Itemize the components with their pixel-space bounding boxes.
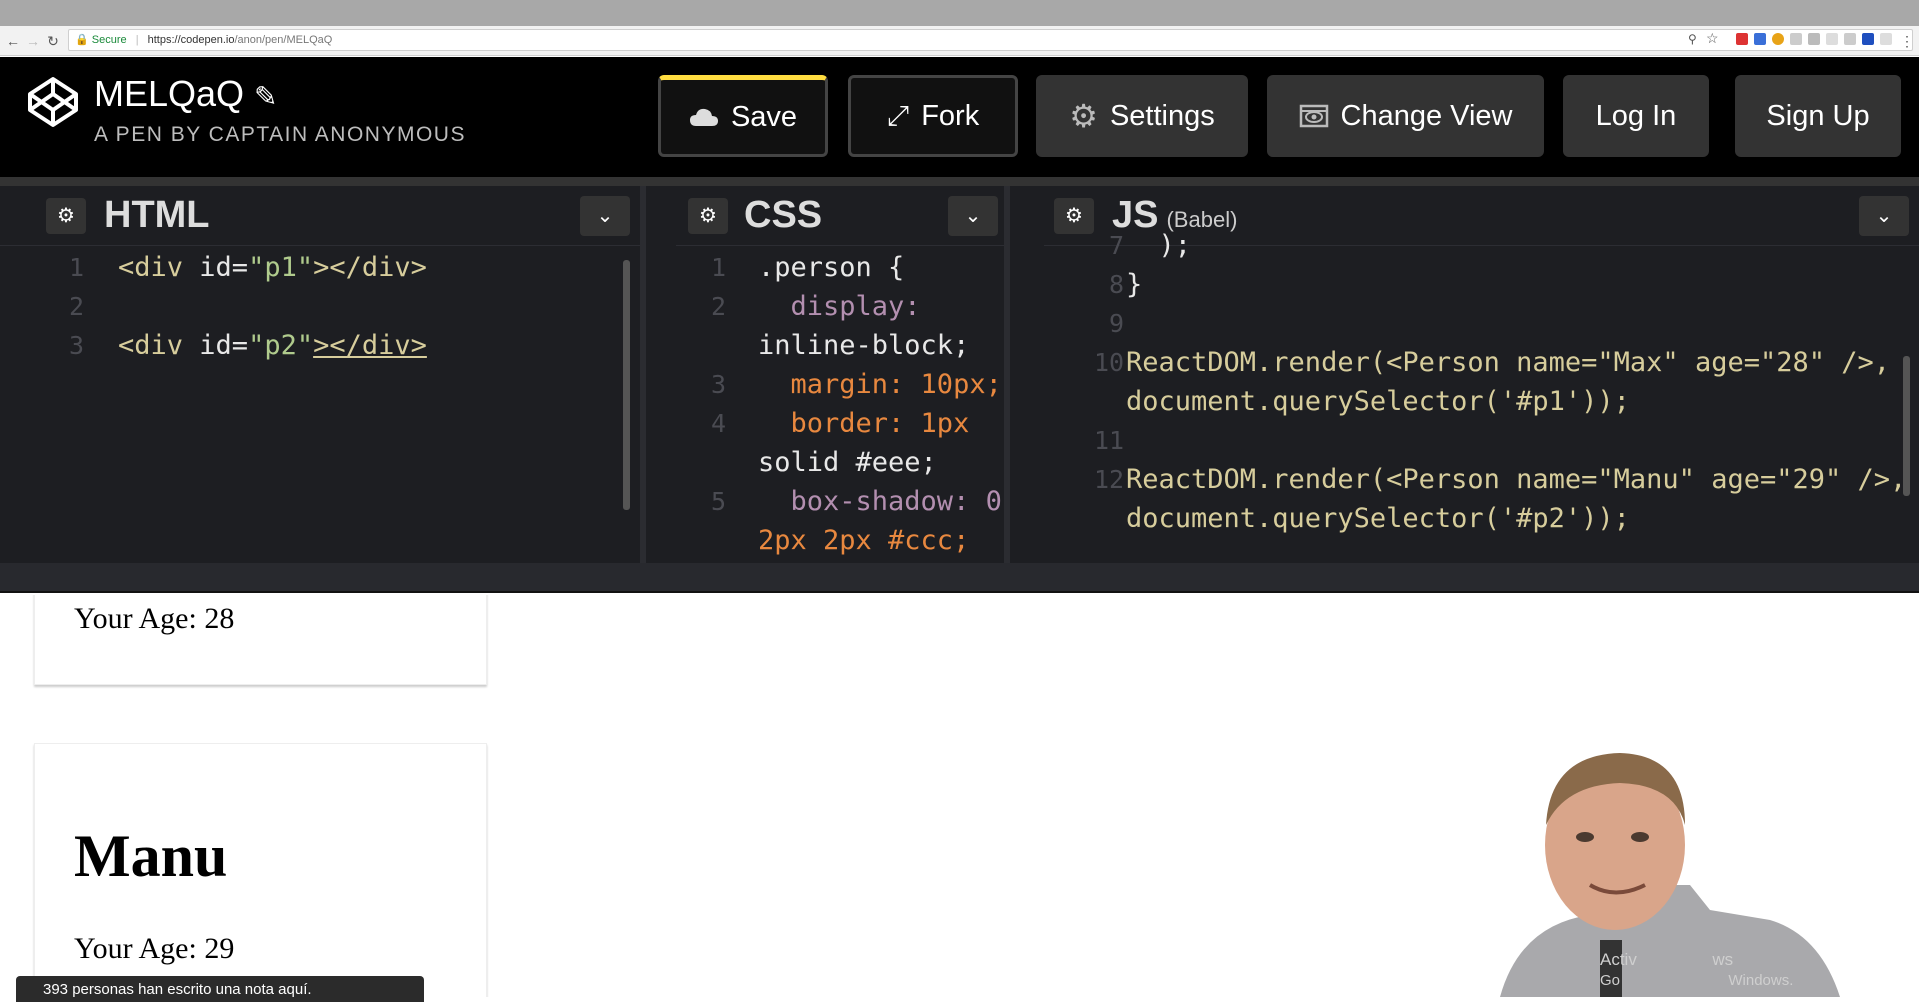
js-settings-gear-icon[interactable]: ⚙ bbox=[1054, 198, 1094, 234]
code-line: 2px 2px #ccc; bbox=[758, 525, 970, 556]
zoom-icon[interactable]: ⚲ bbox=[1688, 33, 1700, 45]
person-age: Your Age: 29 bbox=[74, 932, 235, 965]
person-name: Manu bbox=[74, 823, 228, 889]
code-line: ReactDOM.render(<Person name="Max" age="… bbox=[1126, 347, 1891, 378]
log-in-button[interactable]: Log In bbox=[1563, 75, 1709, 157]
extension-icon[interactable] bbox=[1880, 33, 1892, 45]
activate-windows-watermark: Activ ws bbox=[1600, 950, 1734, 969]
js-scrollbar[interactable] bbox=[1903, 356, 1910, 496]
line-number: 11 bbox=[1094, 426, 1125, 455]
notes-toast[interactable]: 393 personas han escrito una nota aquí. bbox=[16, 976, 424, 1002]
line-number: 1 bbox=[710, 253, 726, 282]
line-number: 8 bbox=[1108, 270, 1124, 299]
line-number: 7 bbox=[1108, 231, 1124, 260]
save-button[interactable]: Save bbox=[658, 75, 828, 157]
html-pane-title: HTML bbox=[104, 194, 210, 236]
browser-toolbar: ← → ↻ 🔒 Secure | https://codepen.io/anon… bbox=[0, 26, 1919, 56]
code-line: <div id="p2"></div> bbox=[118, 330, 427, 361]
extension-icon[interactable] bbox=[1772, 33, 1784, 45]
html-settings-gear-icon[interactable]: ⚙ bbox=[46, 198, 86, 234]
code-line: <div id="p1"></div> bbox=[118, 252, 427, 283]
css-pane-title: CSS bbox=[744, 194, 823, 236]
chevron-down-icon[interactable]: ⌄ bbox=[948, 196, 998, 236]
code-line: display: bbox=[758, 291, 921, 322]
os-top-strip bbox=[0, 0, 1919, 26]
extension-icon[interactable] bbox=[1826, 33, 1838, 45]
line-number: 5 bbox=[710, 487, 726, 516]
line-number: 2 bbox=[710, 292, 726, 321]
fork-icon: ⤢ bbox=[886, 99, 910, 131]
code-line: inline-block; bbox=[758, 330, 970, 361]
html-editor-pane: ⚙ HTML ⌄ 1 2 3 <div id="p1"></div> <div … bbox=[0, 186, 640, 563]
settings-button[interactable]: ⚙ Settings bbox=[1036, 75, 1248, 157]
person-age: Your Age: 28 bbox=[74, 602, 235, 635]
editor-area: ⚙ HTML ⌄ 1 2 3 <div id="p1"></div> <div … bbox=[0, 177, 1919, 563]
fork-button[interactable]: ⤢ Fork bbox=[848, 75, 1018, 157]
js-code[interactable]: 7 8 9 10 11 12 ); } ReactDOM.render(<Per… bbox=[1044, 230, 1919, 563]
url-scheme: https:// bbox=[147, 34, 181, 46]
code-line: document.querySelector('#p2')); bbox=[1126, 503, 1630, 534]
star-icon[interactable]: ☆ bbox=[1706, 31, 1719, 45]
line-number: 12 bbox=[1094, 465, 1125, 494]
line-number: 10 bbox=[1094, 348, 1125, 377]
secure-label: Secure bbox=[91, 34, 127, 46]
css-settings-gear-icon[interactable]: ⚙ bbox=[688, 198, 728, 234]
code-line: ReactDOM.render(<Person name="Manu" age=… bbox=[1126, 464, 1907, 495]
lock-icon: 🔒 bbox=[75, 34, 89, 46]
extension-icon[interactable] bbox=[1862, 33, 1874, 45]
codepen-logo-icon[interactable] bbox=[26, 75, 80, 129]
url-host: codepen.io bbox=[180, 34, 235, 46]
sign-up-button[interactable]: Sign Up bbox=[1735, 75, 1901, 157]
person-card: Manu Your Age: 29 bbox=[34, 743, 487, 997]
cloud-icon bbox=[689, 108, 718, 126]
html-pane-header: ⚙ HTML ⌄ bbox=[0, 186, 640, 246]
extension-icon[interactable] bbox=[1808, 33, 1820, 45]
line-number: 1 bbox=[68, 253, 84, 282]
code-line: ); bbox=[1126, 230, 1192, 261]
change-view-icon bbox=[1299, 104, 1328, 128]
codepen-header: MELQaQ ✎ A PEN BY CAPTAIN ANONYMOUS Save … bbox=[0, 57, 1919, 177]
activate-windows-watermark-subtext: Go Windows. bbox=[1600, 972, 1794, 989]
chevron-down-icon[interactable]: ⌄ bbox=[580, 196, 630, 236]
line-number: 3 bbox=[68, 331, 84, 360]
css-editor-pane: ⚙ CSS ⌄ 1 2 3 4 5 .person { display: inl… bbox=[676, 186, 1004, 563]
back-icon[interactable]: ← bbox=[4, 31, 22, 51]
pen-title[interactable]: MELQaQ ✎ bbox=[94, 73, 278, 115]
code-line: document.querySelector('#p1')); bbox=[1126, 386, 1630, 417]
person-card: Your Age: 28 bbox=[34, 595, 487, 685]
css-code[interactable]: 1 2 3 4 5 .person { display: inline-bloc… bbox=[676, 248, 1004, 563]
code-line: box-shadow: 0 bbox=[758, 486, 1002, 517]
url-path: /anon/pen/MELQaQ bbox=[234, 34, 333, 46]
code-line: .person { bbox=[758, 252, 905, 283]
reload-icon[interactable]: ↻ bbox=[44, 31, 62, 51]
css-pane-header: ⚙ CSS ⌄ bbox=[676, 186, 1004, 246]
code-line: } bbox=[1126, 269, 1143, 300]
pane-divider[interactable] bbox=[1004, 186, 1010, 563]
code-line: solid #eee; bbox=[758, 447, 937, 478]
html-code[interactable]: 1 2 3 <div id="p1"></div> <div id="p2"><… bbox=[0, 248, 640, 563]
line-number: 9 bbox=[1108, 309, 1124, 338]
extension-icon[interactable] bbox=[1754, 33, 1766, 45]
pen-author: A PEN BY CAPTAIN ANONYMOUS bbox=[94, 123, 466, 146]
pencil-icon[interactable]: ✎ bbox=[254, 81, 277, 112]
extension-icon[interactable] bbox=[1790, 33, 1802, 45]
chevron-down-icon[interactable]: ⌄ bbox=[1859, 196, 1909, 236]
forward-icon[interactable]: → bbox=[24, 31, 42, 51]
js-editor-pane: ⚙ JS (Babel) ⌄ 7 8 9 10 11 12 ); } ReactD… bbox=[1044, 186, 1919, 563]
extension-icon[interactable] bbox=[1736, 33, 1748, 45]
line-number: 2 bbox=[68, 292, 84, 321]
pane-divider[interactable] bbox=[640, 186, 646, 563]
preview-resize-bar[interactable] bbox=[0, 563, 1919, 593]
gear-icon: ⚙ bbox=[1069, 98, 1098, 134]
change-view-button[interactable]: Change View bbox=[1267, 75, 1544, 157]
extension-icon[interactable] bbox=[1844, 33, 1856, 45]
menu-dots-icon[interactable]: ⋮ bbox=[1898, 31, 1916, 51]
code-line: border: 1px bbox=[758, 408, 970, 439]
line-number: 3 bbox=[710, 370, 726, 399]
line-number: 4 bbox=[710, 409, 726, 438]
code-line: margin: 10px; bbox=[758, 369, 1002, 400]
address-bar[interactable]: 🔒 Secure | https://codepen.io/anon/pen/M… bbox=[68, 29, 1913, 51]
html-scrollbar[interactable] bbox=[623, 260, 630, 510]
